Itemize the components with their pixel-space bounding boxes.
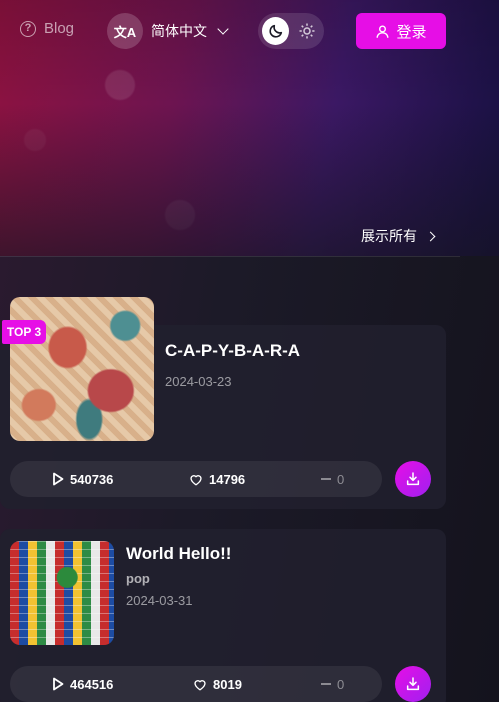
like-count-value: 14796	[209, 471, 246, 487]
sun-icon	[299, 23, 314, 39]
song-date: 2024-03-31	[126, 593, 193, 608]
like-count[interactable]: 8019	[193, 677, 242, 692]
like-count-value: 8019	[213, 676, 242, 692]
song-cover-image[interactable]	[10, 541, 114, 645]
song-stats-bar: 540736 14796 0	[10, 461, 382, 497]
heart-icon	[190, 474, 202, 485]
download-button[interactable]	[395, 666, 431, 702]
song-stats-bar: 464516 8019 0	[10, 666, 382, 702]
play-count[interactable]: 464516	[52, 677, 113, 692]
download-icon	[406, 472, 420, 486]
moon-icon	[268, 24, 282, 38]
song-date: 2024-03-23	[165, 374, 232, 389]
comment-count: 0	[321, 677, 344, 692]
user-icon	[376, 25, 389, 38]
show-all-link[interactable]: 展示所有	[361, 226, 436, 246]
song-genre: pop	[126, 571, 150, 586]
login-label: 登录	[396, 23, 427, 41]
download-button[interactable]	[395, 461, 431, 497]
section-divider	[0, 256, 460, 257]
dash-icon	[321, 478, 331, 480]
comment-count-value: 0	[337, 471, 345, 487]
chevron-right-icon	[425, 231, 436, 241]
song-title[interactable]: C-A-P-Y-B-A-R-A	[165, 341, 300, 361]
play-icon	[53, 677, 64, 691]
play-count-value: 540736	[70, 471, 114, 487]
theme-toggle[interactable]	[258, 13, 324, 49]
heart-icon	[194, 679, 206, 690]
comment-count: 0	[321, 472, 344, 487]
blog-link[interactable]: ? Blog	[20, 20, 74, 37]
rank-badge: TOP 3	[2, 320, 46, 344]
song-title[interactable]: World Hello!!	[126, 544, 231, 564]
download-icon	[406, 677, 420, 691]
light-mode-button[interactable]	[293, 17, 320, 45]
blog-label: Blog	[44, 20, 75, 37]
comment-count-value: 0	[337, 676, 345, 692]
translate-icon: 文A	[107, 13, 143, 49]
chevron-down-icon	[217, 23, 229, 35]
language-label: 简体中文	[151, 23, 207, 39]
play-icon	[53, 472, 64, 486]
song-cover-image[interactable]	[10, 297, 154, 441]
dark-mode-button[interactable]	[262, 17, 289, 45]
language-selector[interactable]: 文A 简体中文	[107, 13, 229, 49]
play-count-value: 464516	[70, 676, 114, 692]
login-button[interactable]: 登录	[356, 13, 446, 49]
show-all-label: 展示所有	[361, 228, 417, 244]
like-count[interactable]: 14796	[189, 472, 245, 487]
play-count[interactable]: 540736	[52, 472, 113, 487]
help-icon: ?	[20, 20, 36, 37]
dash-icon	[321, 683, 331, 685]
